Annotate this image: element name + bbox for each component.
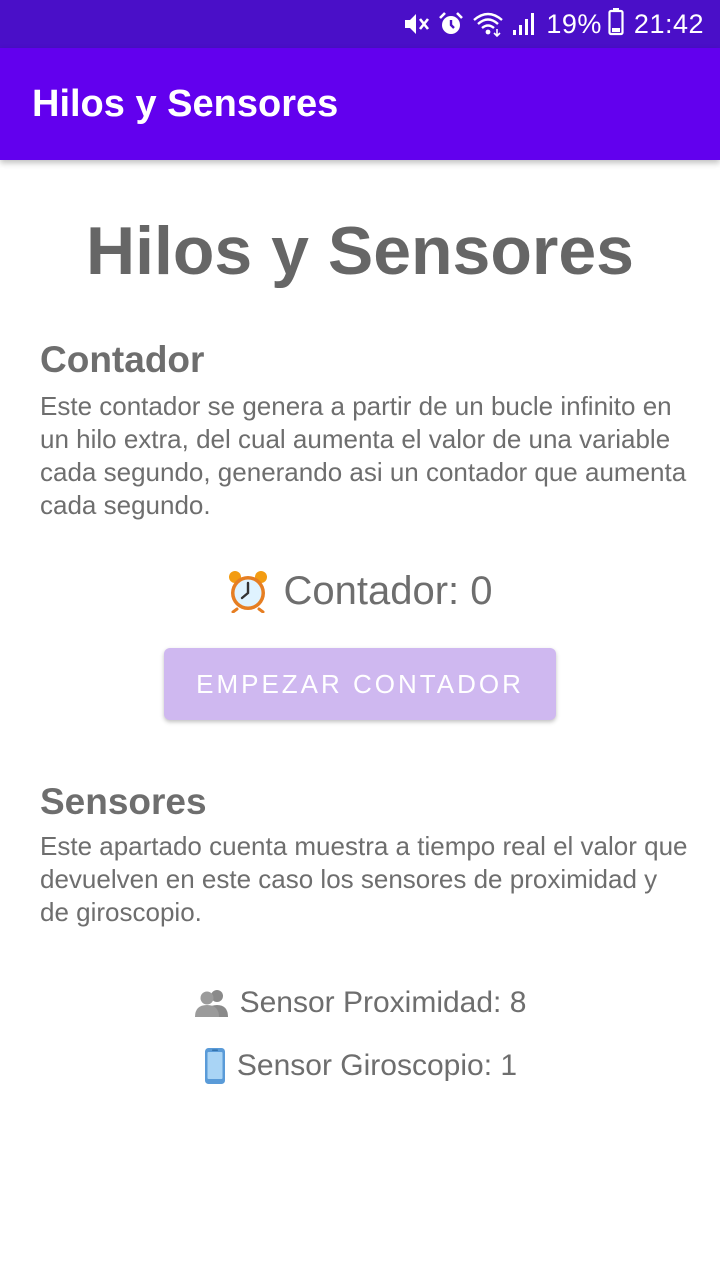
app-bar-title: Hilos y Sensores xyxy=(32,82,339,125)
mute-icon xyxy=(402,11,430,37)
sensors-section-title: Sensores xyxy=(40,781,207,822)
page-title: Hilos y Sensores xyxy=(85,213,635,289)
counter-section-description: Este contador se genera a partir de un b… xyxy=(40,391,687,520)
gyroscope-sensor-row: Sensor Giroscopio: 1 xyxy=(0,1046,720,1086)
counter-display: Contador: 0 xyxy=(0,566,720,616)
sensors-section-description: Este apartado cuenta muestra a tiempo re… xyxy=(40,831,688,927)
alarm-icon xyxy=(438,11,464,37)
wifi-icon xyxy=(472,11,504,37)
counter-text: Contador: 0 xyxy=(283,569,493,613)
signal-icon xyxy=(512,11,536,37)
app-bar: Hilos y Sensores xyxy=(0,48,720,160)
mobile-phone-icon xyxy=(203,1047,227,1085)
alarm-clock-icon xyxy=(227,569,269,613)
battery-percent: 19% xyxy=(546,8,602,39)
status-time: 21:42 xyxy=(633,8,704,39)
proximity-sensor-row: Sensor Proximidad: 8 xyxy=(0,983,720,1023)
gyroscope-sensor-text: Sensor Giroscopio: 1 xyxy=(236,1049,518,1082)
counter-section-title: Contador xyxy=(40,339,205,380)
start-counter-button[interactable]: EMPEZAR CONTADOR xyxy=(164,648,556,720)
people-icon xyxy=(194,988,230,1018)
battery-icon xyxy=(608,7,624,41)
proximity-sensor-text: Sensor Proximidad: 8 xyxy=(239,986,527,1019)
status-icons xyxy=(402,11,536,37)
status-bar: 19% 21:42 xyxy=(0,0,720,48)
